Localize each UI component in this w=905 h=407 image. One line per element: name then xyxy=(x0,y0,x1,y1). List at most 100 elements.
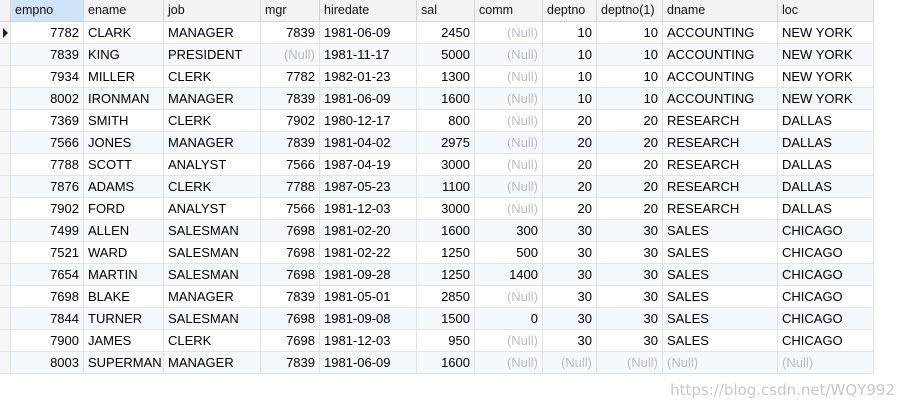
table-cell-empno[interactable]: 7900 xyxy=(11,330,84,351)
table-cell-dname[interactable]: SALES xyxy=(663,308,778,329)
table-cell-hiredate[interactable]: 1981-12-03 xyxy=(320,198,417,219)
table-cell-empno[interactable]: 7369 xyxy=(11,110,84,131)
table-cell-mgr[interactable]: 7839 xyxy=(261,88,320,109)
table-cell-hiredate[interactable]: 1981-09-08 xyxy=(320,308,417,329)
table-cell-empno[interactable]: 7782 xyxy=(11,22,84,43)
table-cell-deptno[interactable]: 30 xyxy=(543,330,597,351)
table-row[interactable]: 7934 MILLER CLERK 7782 1982-01-23 1300 (Null) 1… xyxy=(0,66,874,88)
table-cell-mgr[interactable]: 7782 xyxy=(261,66,320,87)
table-cell-dname[interactable]: RESEARCH xyxy=(663,198,778,219)
table-cell-ename[interactable]: SCOTT xyxy=(84,154,164,175)
table-cell-empno[interactable]: 7839 xyxy=(11,44,84,65)
table-cell-hiredate[interactable]: 1980-12-17 xyxy=(320,110,417,131)
row-indicator[interactable] xyxy=(0,242,11,263)
table-row[interactable]: 7839 KING PRESIDENT (Null) 1981-11-17 5000 (Nu… xyxy=(0,44,874,66)
column-header-comm[interactable]: comm xyxy=(475,0,543,21)
table-cell-deptno-1[interactable]: 20 xyxy=(597,110,663,131)
table-row[interactable]: 7902 FORD ANALYST 7566 1981-12-03 3000 (Null) 2… xyxy=(0,198,874,220)
table-cell-job[interactable]: CLERK xyxy=(164,176,261,197)
table-cell-job[interactable]: CLERK xyxy=(164,66,261,87)
table-cell-sal[interactable]: 2975 xyxy=(417,132,475,153)
table-cell-deptno-1[interactable]: 20 xyxy=(597,176,663,197)
table-cell-job[interactable]: SALESMAN xyxy=(164,308,261,329)
row-indicator[interactable] xyxy=(0,264,11,285)
table-cell-loc[interactable]: CHICAGO xyxy=(778,220,874,241)
table-cell-loc[interactable]: NEW YORK xyxy=(778,44,874,65)
table-cell-comm[interactable]: (Null) xyxy=(475,132,543,153)
table-cell-loc[interactable]: CHICAGO xyxy=(778,242,874,263)
table-cell-ename[interactable]: WARD xyxy=(84,242,164,263)
table-cell-dname[interactable]: SALES xyxy=(663,286,778,307)
table-cell-comm[interactable]: 500 xyxy=(475,242,543,263)
table-cell-loc[interactable]: DALLAS xyxy=(778,110,874,131)
row-indicator[interactable] xyxy=(0,88,11,109)
table-cell-comm[interactable]: 1400 xyxy=(475,264,543,285)
table-cell-comm[interactable]: (Null) xyxy=(475,286,543,307)
table-cell-mgr[interactable]: 7839 xyxy=(261,286,320,307)
table-row[interactable]: 7788 SCOTT ANALYST 7566 1987-04-19 3000 (Null)… xyxy=(0,154,874,176)
table-cell-deptno-1[interactable]: 10 xyxy=(597,44,663,65)
table-cell-hiredate[interactable]: 1981-02-22 xyxy=(320,242,417,263)
table-row[interactable]: 7566 JONES MANAGER 7839 1981-04-02 2975 (Null)… xyxy=(0,132,874,154)
table-cell-sal[interactable]: 2850 xyxy=(417,286,475,307)
table-cell-comm[interactable]: (Null) xyxy=(475,330,543,351)
table-cell-sal[interactable]: 1500 xyxy=(417,308,475,329)
table-cell-comm[interactable]: (Null) xyxy=(475,198,543,219)
table-cell-mgr[interactable]: 7698 xyxy=(261,242,320,263)
table-cell-loc[interactable]: NEW YORK xyxy=(778,66,874,87)
table-cell-empno[interactable]: 8002 xyxy=(11,88,84,109)
table-cell-deptno-1[interactable]: 10 xyxy=(597,22,663,43)
table-cell-comm[interactable]: (Null) xyxy=(475,88,543,109)
row-indicator[interactable] xyxy=(0,154,11,175)
table-cell-ename[interactable]: TURNER xyxy=(84,308,164,329)
table-cell-comm[interactable]: (Null) xyxy=(475,352,543,373)
table-row[interactable]: 7369 SMITH CLERK 7902 1980-12-17 800 (Null) 20 2… xyxy=(0,110,874,132)
table-cell-mgr[interactable]: 7788 xyxy=(261,176,320,197)
table-cell-loc[interactable]: DALLAS xyxy=(778,198,874,219)
table-cell-hiredate[interactable]: 1982-01-23 xyxy=(320,66,417,87)
table-cell-deptno[interactable]: 20 xyxy=(543,198,597,219)
table-cell-dname[interactable]: SALES xyxy=(663,264,778,285)
table-cell-job[interactable]: MANAGER xyxy=(164,132,261,153)
table-cell-mgr[interactable]: 7698 xyxy=(261,330,320,351)
table-cell-dname[interactable]: RESEARCH xyxy=(663,154,778,175)
table-cell-mgr[interactable]: 7698 xyxy=(261,308,320,329)
table-cell-dname[interactable]: SALES xyxy=(663,330,778,351)
table-row[interactable]: 7499 ALLEN SALESMAN 7698 1981-02-20 1600 300 30… xyxy=(0,220,874,242)
table-cell-loc[interactable]: DALLAS xyxy=(778,176,874,197)
column-header-job[interactable]: job xyxy=(164,0,261,21)
table-row[interactable]: 7654 MARTIN SALESMAN 7698 1981-09-28 1250 1400… xyxy=(0,264,874,286)
table-cell-ename[interactable]: ADAMS xyxy=(84,176,164,197)
table-cell-deptno[interactable]: 30 xyxy=(543,264,597,285)
table-cell-hiredate[interactable]: 1981-05-01 xyxy=(320,286,417,307)
row-indicator[interactable] xyxy=(0,132,11,153)
table-cell-empno[interactable]: 8003 xyxy=(11,352,84,373)
table-cell-comm[interactable]: (Null) xyxy=(475,176,543,197)
table-cell-mgr[interactable]: 7566 xyxy=(261,198,320,219)
table-cell-mgr[interactable]: 7566 xyxy=(261,154,320,175)
table-cell-deptno-1[interactable]: 30 xyxy=(597,286,663,307)
column-header-mgr[interactable]: mgr xyxy=(261,0,320,21)
table-cell-ename[interactable]: JAMES xyxy=(84,330,164,351)
table-cell-empno[interactable]: 7499 xyxy=(11,220,84,241)
table-cell-deptno[interactable]: 20 xyxy=(543,132,597,153)
row-indicator[interactable] xyxy=(0,44,11,65)
table-cell-comm[interactable]: (Null) xyxy=(475,154,543,175)
table-cell-sal[interactable]: 3000 xyxy=(417,154,475,175)
table-cell-ename[interactable]: CLARK xyxy=(84,22,164,43)
table-row[interactable]: 7782 CLARK MANAGER 7839 1981-06-09 2450 (Null)… xyxy=(0,22,874,44)
table-cell-dname[interactable]: RESEARCH xyxy=(663,110,778,131)
table-cell-job[interactable]: SALESMAN xyxy=(164,242,261,263)
table-row[interactable]: 7521 WARD SALESMAN 7698 1981-02-22 1250 500 30 3… xyxy=(0,242,874,264)
table-cell-sal[interactable]: 2450 xyxy=(417,22,475,43)
table-cell-comm[interactable]: (Null) xyxy=(475,110,543,131)
table-cell-loc[interactable]: CHICAGO xyxy=(778,308,874,329)
table-cell-deptno-1[interactable]: 30 xyxy=(597,308,663,329)
table-cell-ename[interactable]: IRONMAN xyxy=(84,88,164,109)
table-cell-hiredate[interactable]: 1981-04-02 xyxy=(320,132,417,153)
table-cell-mgr[interactable]: 7698 xyxy=(261,220,320,241)
table-cell-ename[interactable]: SUPERMAN xyxy=(84,352,164,373)
table-cell-deptno[interactable]: 30 xyxy=(543,220,597,241)
table-cell-deptno-1[interactable]: 10 xyxy=(597,88,663,109)
table-cell-ename[interactable]: FORD xyxy=(84,198,164,219)
